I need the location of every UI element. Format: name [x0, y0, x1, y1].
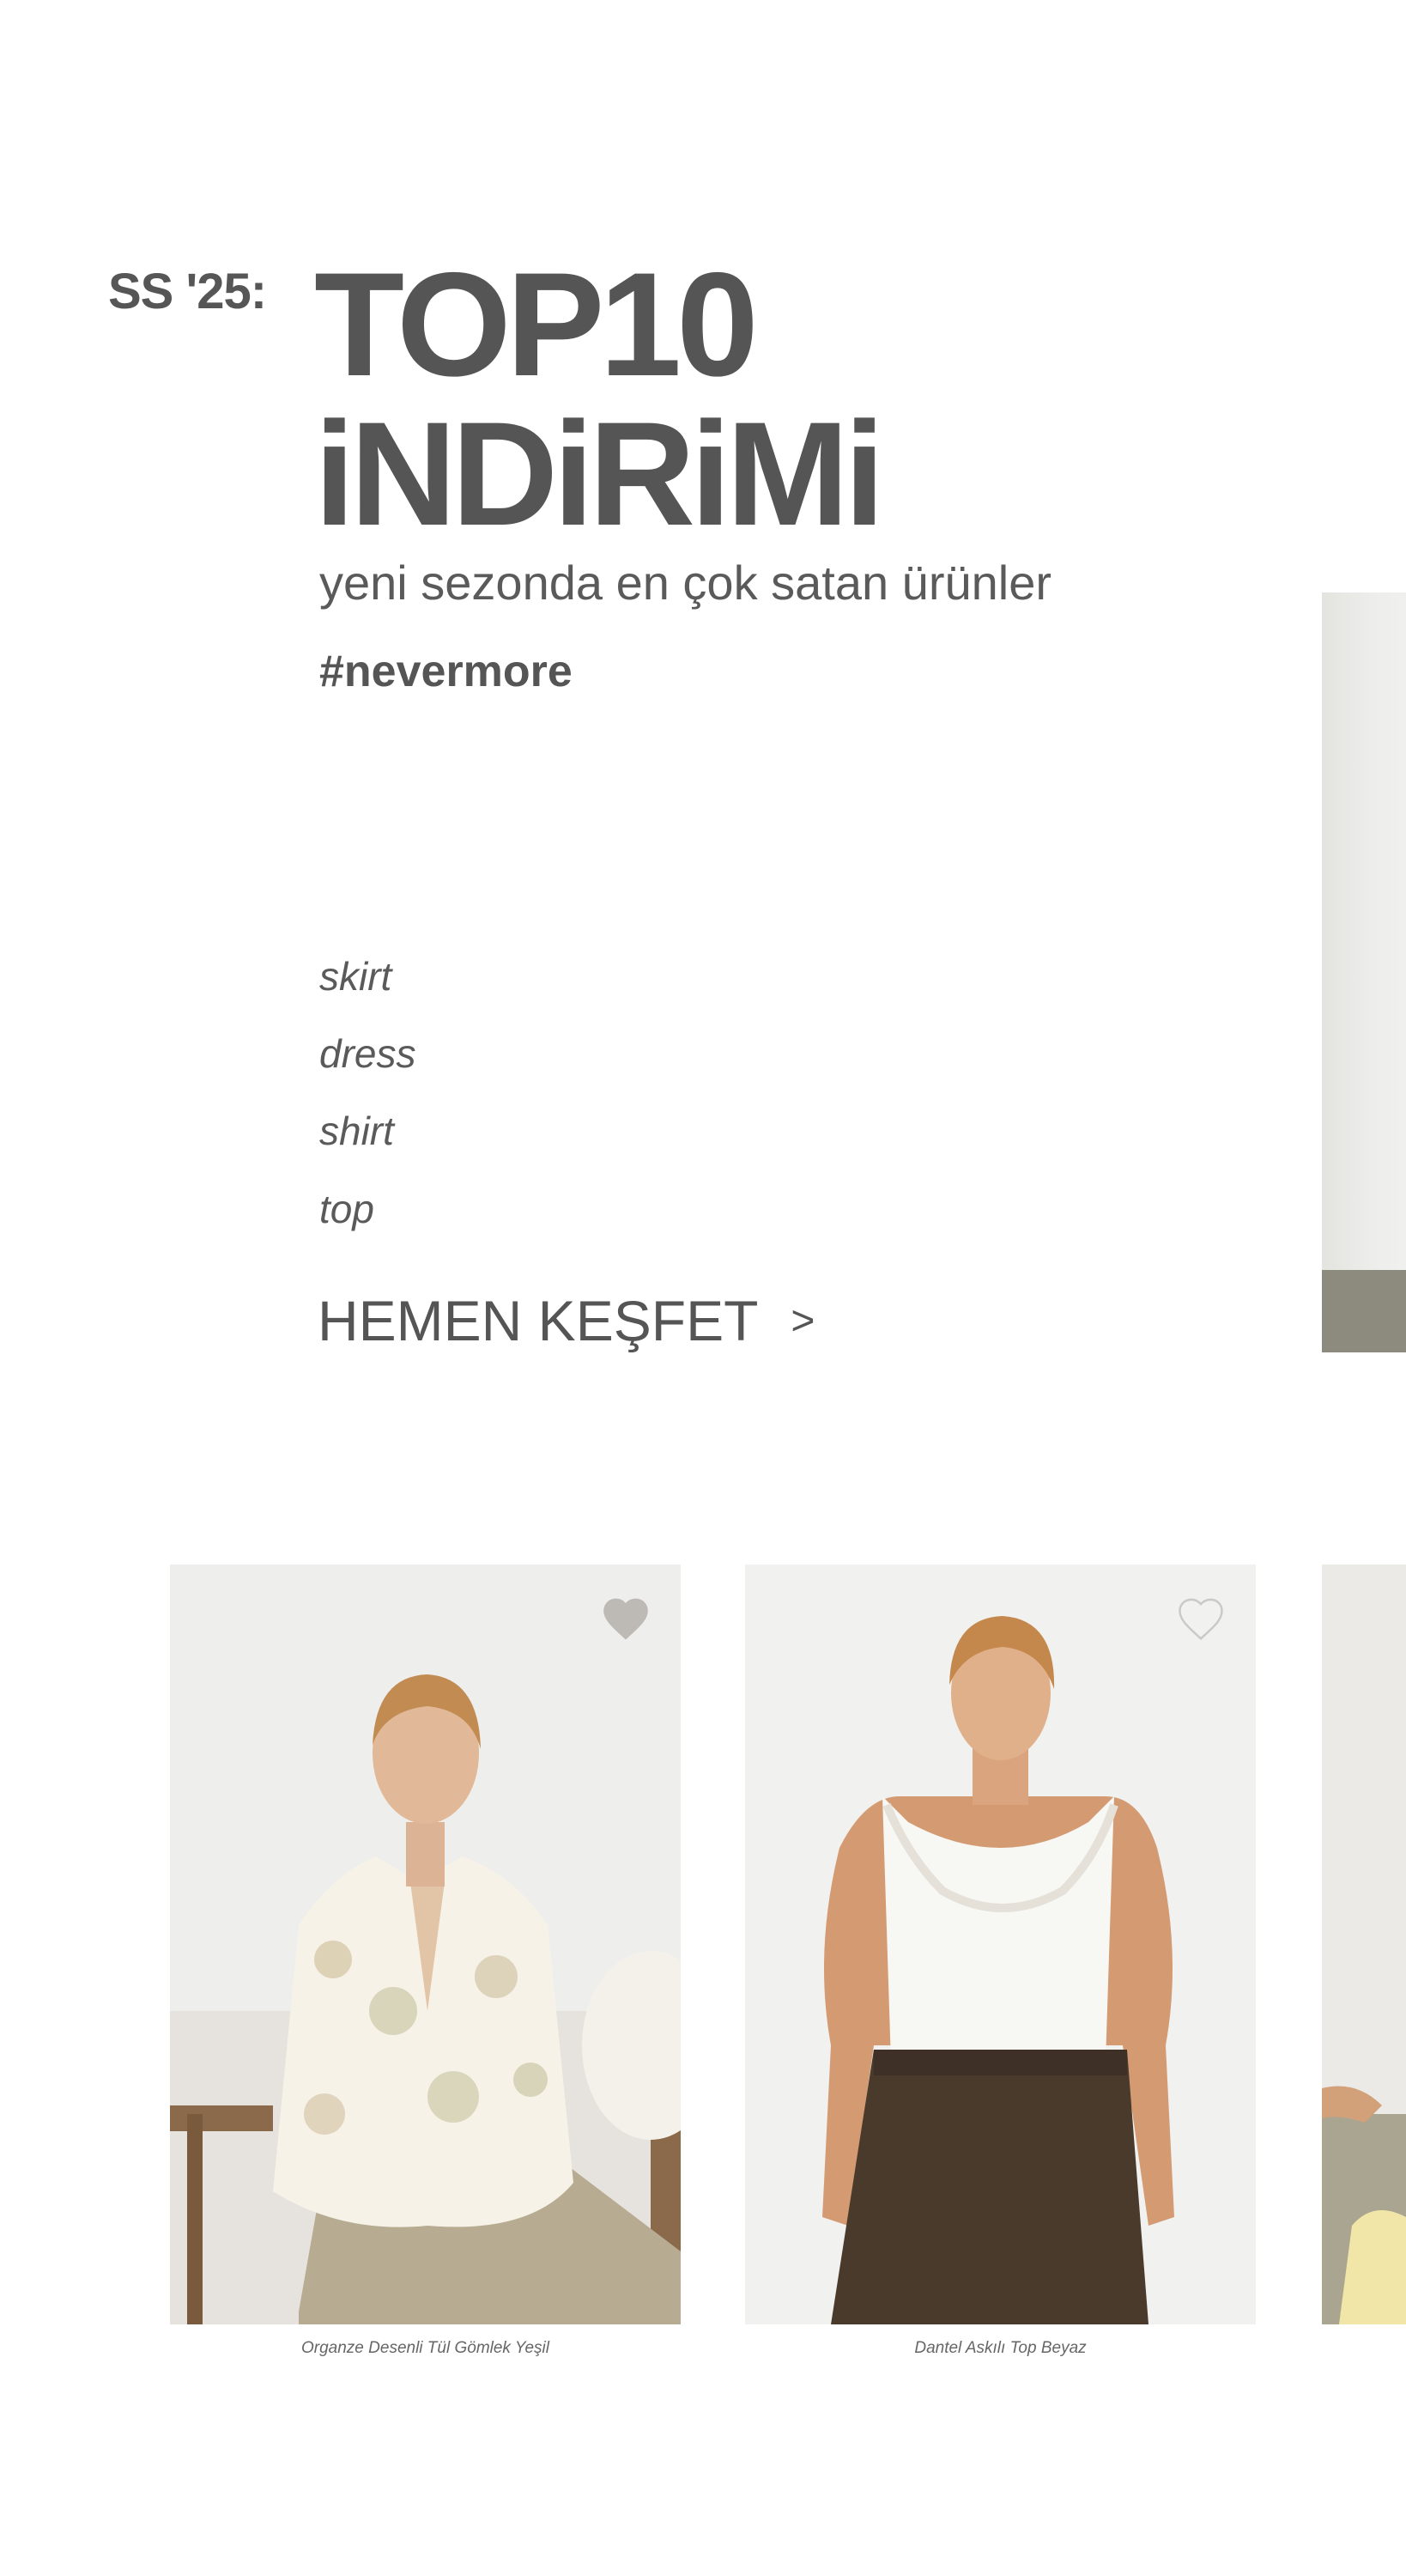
hero-image-peek — [1322, 592, 1406, 1352]
category-skirt: skirt — [319, 954, 392, 999]
product-image-top — [745, 1564, 1256, 2324]
product-name-top[interactable]: Dantel Askılı Top Beyaz — [745, 2339, 1256, 2358]
chevron-right-icon: > — [791, 1297, 815, 1344]
product-card-peek[interactable] — [1322, 1564, 1406, 2324]
season-label: SS '25: — [108, 264, 267, 319]
product-name-shirt[interactable]: Organze Desenli Tül Gömlek Yeşil — [170, 2339, 681, 2358]
discover-now-link[interactable]: HEMEN KEŞFET > — [318, 1288, 815, 1353]
heart-outline-icon[interactable] — [1175, 1595, 1227, 1642]
product-card-top[interactable] — [745, 1564, 1256, 2324]
hashtag: #nevermore — [319, 647, 573, 696]
product-image-peek — [1322, 1564, 1406, 2324]
discover-now-label: HEMEN KEŞFET — [318, 1289, 759, 1352]
category-shirt: shirt — [319, 1109, 394, 1153]
subtitle: yeni sezonda en çok satan ürünler — [319, 556, 1051, 610]
page-title-line-2: iNDiRiMi — [314, 392, 885, 556]
category-top: top — [319, 1187, 374, 1231]
heart-filled-icon[interactable] — [600, 1595, 651, 1642]
product-image-shirt — [170, 1564, 681, 2324]
hero-floor — [1322, 1270, 1406, 1352]
page-title-line-1: TOP10 — [314, 242, 759, 407]
category-dress: dress — [319, 1031, 416, 1076]
product-card-shirt[interactable] — [170, 1564, 681, 2324]
